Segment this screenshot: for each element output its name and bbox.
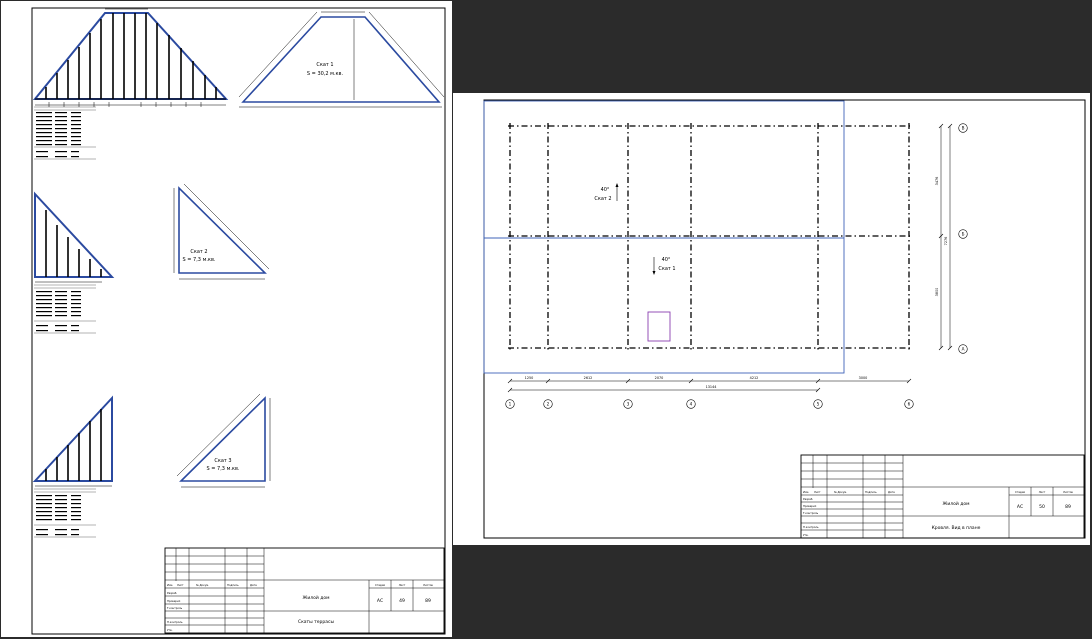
tb-t-kontrol: Т.контроль bbox=[803, 511, 819, 515]
axis-1: 1 bbox=[509, 402, 512, 407]
slope-3-area: S = 7,3 м.кв. bbox=[206, 466, 239, 472]
slope-1-label: Скат 1 bbox=[316, 62, 333, 68]
slope-2-angle: 40° bbox=[601, 187, 610, 193]
tb-sheet-number: 49 bbox=[399, 598, 405, 604]
rafter-layout-slope-1 bbox=[32, 8, 229, 160]
axis-4: 4 bbox=[690, 402, 693, 407]
title-block-sheet-50: Изм. Лист № Докум. Подпись Дата Разраб. … bbox=[800, 454, 1085, 539]
tb-n-kontrol: Н.контроль bbox=[803, 525, 819, 529]
slope-1-angle: 40° bbox=[662, 257, 671, 263]
axis-3: 3 bbox=[627, 402, 630, 407]
roof-plan-outline bbox=[483, 100, 845, 374]
tb-sheet-label: Лист bbox=[1039, 490, 1046, 494]
slope-2-name: Скат 2 bbox=[594, 196, 611, 202]
dim-1-2: 1250 bbox=[525, 376, 534, 380]
dim-total: 13144 bbox=[706, 385, 717, 389]
drawing-sheet-49: Скат 1 S = 30,2 м.кв. Скат 2 S = 7,3 м.к… bbox=[1, 1, 452, 637]
tb-stage: АС bbox=[1017, 504, 1023, 510]
tb-project-name: Жилой дом bbox=[942, 500, 969, 507]
slope-1-outline: Скат 1 S = 30,2 м.кв. bbox=[238, 11, 445, 108]
tb-stage: АС bbox=[377, 598, 383, 604]
slope-2-label: Скат 2 bbox=[190, 249, 207, 255]
axis-b: Б bbox=[962, 232, 965, 237]
dim-5-6: 3000 bbox=[859, 376, 868, 380]
tb-col-sign: Подпись bbox=[865, 490, 877, 494]
tb-col-date: Дата bbox=[888, 490, 895, 494]
sheet-50-drawing: 40° Скат 2 40° Скат 1 1250 2612 2070 421… bbox=[483, 99, 1086, 539]
tb-proveril: Проверил bbox=[803, 504, 817, 508]
tb-utv: Утв. bbox=[803, 533, 809, 537]
slope-1-name: Скат 1 bbox=[658, 266, 675, 272]
tb-sheets-label: Листов bbox=[423, 583, 433, 587]
tb-n-kontrol: Н.контроль bbox=[167, 620, 183, 624]
slope-2-area: S = 7,3 м.кв. bbox=[182, 257, 215, 263]
tb-t-kontrol: Т.контроль bbox=[167, 606, 183, 610]
tb-sheets-total: 89 bbox=[1065, 504, 1071, 510]
slope-1-marker: 40° Скат 1 bbox=[652, 257, 676, 275]
title-block-sheet-49: Изм. Лист № Докум. Подпись Дата Разраб. … bbox=[164, 547, 445, 634]
tb-sheets-total: 89 bbox=[425, 598, 431, 604]
rafter-layout-slope-2 bbox=[34, 191, 115, 334]
tb-col-izm: Изм. bbox=[803, 490, 809, 494]
axis-markers-lettered: В Б А bbox=[958, 123, 968, 354]
drawing-sheet-50: 40° Скат 2 40° Скат 1 1250 2612 2070 421… bbox=[453, 93, 1090, 545]
rafter-layout-slope-3 bbox=[32, 395, 113, 538]
slope-1-area: S = 30,2 м.кв. bbox=[307, 71, 344, 77]
tb-proveril: Проверил bbox=[167, 599, 181, 603]
tb-sheets-label: Листов bbox=[1063, 490, 1073, 494]
roof-hatch-opening bbox=[647, 311, 671, 342]
dim-v-total: 7276 bbox=[944, 237, 948, 246]
tb-stage-label: Стадия bbox=[375, 583, 385, 587]
tb-col-doc: № Докум. bbox=[834, 490, 847, 494]
tb-razrab: Разраб. bbox=[167, 591, 177, 595]
tb-col-sign: Подпись bbox=[227, 583, 239, 587]
axis-6: 6 bbox=[908, 402, 911, 407]
tb-col-date: Дата bbox=[250, 583, 257, 587]
tb-project-name: Жилой дом bbox=[302, 594, 329, 601]
sheet-frame bbox=[483, 99, 1086, 539]
axis-5: 5 bbox=[817, 402, 820, 407]
tb-drawing-title: Скаты террасы bbox=[298, 619, 335, 625]
axis-markers-numbered: 1 2 3 4 5 6 bbox=[505, 399, 914, 409]
tb-col-list: Лист bbox=[814, 490, 821, 494]
dim-a-b: 3800 bbox=[935, 288, 939, 297]
dimension-chain-bottom: 1250 2612 2070 4212 3000 13144 bbox=[507, 376, 912, 393]
dimension-chain-right: 3476 7276 3800 bbox=[935, 123, 953, 351]
slope-3-label: Скат 3 bbox=[214, 458, 231, 464]
tb-utv: Утв. bbox=[167, 628, 173, 632]
axis-2: 2 bbox=[547, 402, 550, 407]
slope-2-marker: 40° Скат 2 bbox=[594, 183, 619, 202]
sheet-49-drawing: Скат 1 S = 30,2 м.кв. Скат 2 S = 7,3 м.к… bbox=[31, 7, 446, 635]
tb-stage-label: Стадия bbox=[1015, 490, 1025, 494]
axis-v: В bbox=[962, 126, 965, 131]
slope-3-outline: Скат 3 S = 7,3 м.кв. bbox=[176, 393, 271, 488]
tb-sheet-label: Лист bbox=[399, 583, 406, 587]
slope-2-outline: Скат 2 S = 7,3 м.кв. bbox=[173, 183, 270, 280]
tb-razrab: Разраб. bbox=[803, 497, 813, 501]
tb-drawing-title: Кровля. Вид в плане bbox=[932, 525, 981, 531]
dim-4-5: 4212 bbox=[750, 376, 759, 380]
grid-axes bbox=[508, 123, 913, 351]
tb-col-list: Лист bbox=[177, 583, 184, 587]
dim-3-4: 2070 bbox=[655, 376, 664, 380]
tb-col-doc: № Докум. bbox=[196, 583, 209, 587]
tb-sheet-number: 50 bbox=[1039, 504, 1045, 510]
dim-2-3: 2612 bbox=[584, 376, 593, 380]
axis-a: А bbox=[962, 347, 965, 352]
dim-v-b-v: 3476 bbox=[935, 177, 939, 186]
tb-col-izm: Изм. bbox=[167, 583, 173, 587]
